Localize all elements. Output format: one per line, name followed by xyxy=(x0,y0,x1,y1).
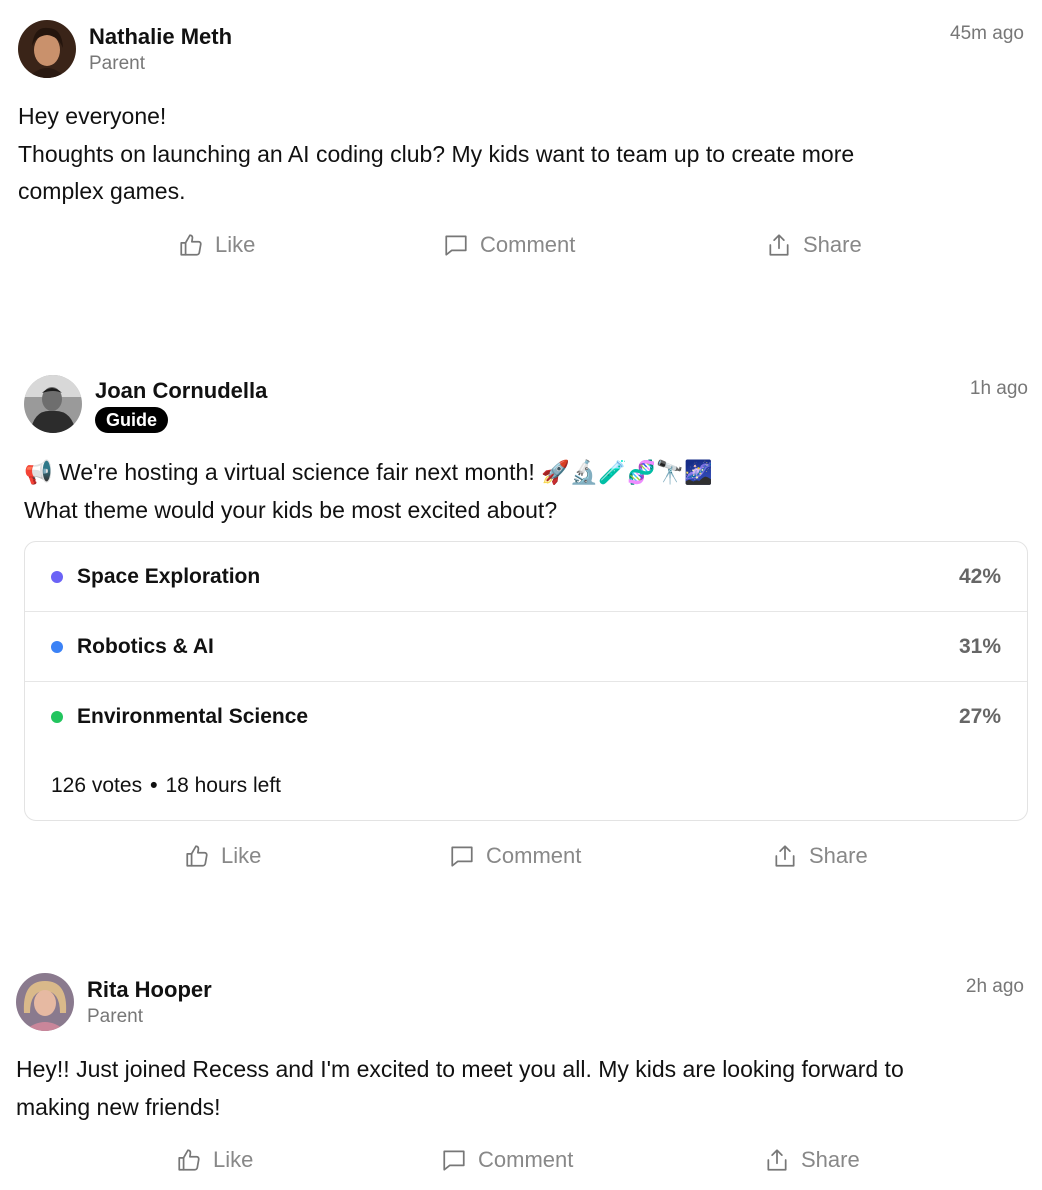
post-timestamp: 2h ago xyxy=(965,976,1024,997)
thumbs-up-icon xyxy=(184,843,210,869)
poll: Space Exploration 42% Robotics & AI 31% … xyxy=(24,541,1028,821)
poll-option-label: Environmental Science xyxy=(77,705,309,728)
poll-option[interactable]: Robotics & AI 31% xyxy=(25,612,1027,682)
post-actions: Like Comment Share xyxy=(24,834,1028,878)
poll-option-dot xyxy=(51,570,63,583)
post-text-line: 📢 We're hosting a virtual science fair n… xyxy=(24,459,713,485)
poll-option[interactable]: Space Exploration 42% xyxy=(25,542,1027,612)
share-button[interactable]: Share xyxy=(764,1138,860,1182)
post-text-line: Hey everyone! xyxy=(18,103,167,129)
poll-option-dot xyxy=(51,711,63,723)
comment-button[interactable]: Comment xyxy=(441,1138,573,1182)
post-text-line: What theme would your kids be most excit… xyxy=(24,496,558,523)
feed-post: Rita Hooper Parent 2h ago Hey!! Just joi… xyxy=(16,973,1024,1182)
author-name[interactable]: Nathalie Meth xyxy=(89,23,232,51)
poll-time-left: 18 hours left xyxy=(165,774,282,797)
like-label: Like xyxy=(213,1147,254,1172)
post-text-line: making new friends! xyxy=(16,1093,221,1120)
avatar[interactable] xyxy=(18,20,76,78)
like-button[interactable]: Like xyxy=(176,1138,253,1182)
feed-post: Joan Cornudella Guide 1h ago 📢 We're hos… xyxy=(24,375,1028,878)
comment-label: Comment xyxy=(486,843,582,868)
post-actions: Like Comment Share xyxy=(18,223,1024,267)
poll-option-label: Robotics & AI xyxy=(77,634,214,658)
post-timestamp: 1h ago xyxy=(969,378,1028,399)
post-timestamp: 45m ago xyxy=(950,23,1024,44)
like-label: Like xyxy=(215,231,256,257)
poll-separator: • xyxy=(150,774,158,797)
poll-option-dot xyxy=(51,640,63,653)
feed-post: Nathalie Meth Parent 45m ago Hey everyon… xyxy=(18,20,1024,267)
post-text-line: Thoughts on launching an AI coding club?… xyxy=(18,140,855,167)
speech-bubble-icon xyxy=(443,232,469,258)
poll-footer: 126 votes • 18 hours left xyxy=(25,752,1027,820)
share-upload-icon xyxy=(764,1147,790,1173)
post-header: Nathalie Meth Parent 45m ago xyxy=(18,20,1024,82)
poll-option-percent: 42% xyxy=(958,564,1001,588)
speech-bubble-icon xyxy=(441,1147,467,1173)
poll-option[interactable]: Environmental Science 27% xyxy=(25,682,1027,752)
post-text-line: Hey!! Just joined Recess and I'm excited… xyxy=(16,1056,904,1082)
share-button[interactable]: Share xyxy=(772,834,868,878)
post-text-line: complex games. xyxy=(18,178,186,204)
comment-label: Comment xyxy=(478,1147,574,1172)
thumbs-up-icon xyxy=(178,232,204,258)
thumbs-up-icon xyxy=(176,1147,202,1173)
poll-option-label: Space Exploration xyxy=(77,564,261,588)
poll-vote-count: 126 votes xyxy=(51,774,143,797)
poll-option-percent: 31% xyxy=(958,634,1001,658)
share-button[interactable]: Share xyxy=(766,223,862,267)
share-label: Share xyxy=(809,843,868,868)
post-actions: Like Comment Share xyxy=(16,1138,1024,1182)
author-role: Parent xyxy=(87,1006,143,1027)
share-upload-icon xyxy=(766,232,792,258)
like-label: Like xyxy=(221,843,262,868)
post-body: 📢 We're hosting a virtual science fair n… xyxy=(24,454,1028,529)
author-name[interactable]: Rita Hooper xyxy=(87,976,212,1004)
like-button[interactable]: Like xyxy=(184,834,261,878)
guide-badge: Guide xyxy=(95,407,169,433)
comment-button[interactable]: Comment xyxy=(449,834,581,878)
comment-button[interactable]: Comment xyxy=(443,223,575,267)
post-body: Hey!! Just joined Recess and I'm excited… xyxy=(16,1051,1024,1126)
author-role: Parent xyxy=(89,53,145,74)
poll-option-percent: 27% xyxy=(958,705,1001,728)
post-body: Hey everyone! Thoughts on launching an A… xyxy=(18,98,1024,211)
like-button[interactable]: Like xyxy=(178,223,255,267)
avatar[interactable] xyxy=(16,973,74,1031)
share-upload-icon xyxy=(772,843,798,869)
comment-label: Comment xyxy=(480,231,576,257)
avatar[interactable] xyxy=(24,375,82,433)
share-label: Share xyxy=(803,231,862,257)
share-label: Share xyxy=(801,1147,860,1172)
author-name[interactable]: Joan Cornudella xyxy=(95,377,267,405)
post-header: Joan Cornudella Guide 1h ago xyxy=(24,375,1028,437)
post-header: Rita Hooper Parent 2h ago xyxy=(16,973,1024,1035)
speech-bubble-icon xyxy=(449,843,475,869)
